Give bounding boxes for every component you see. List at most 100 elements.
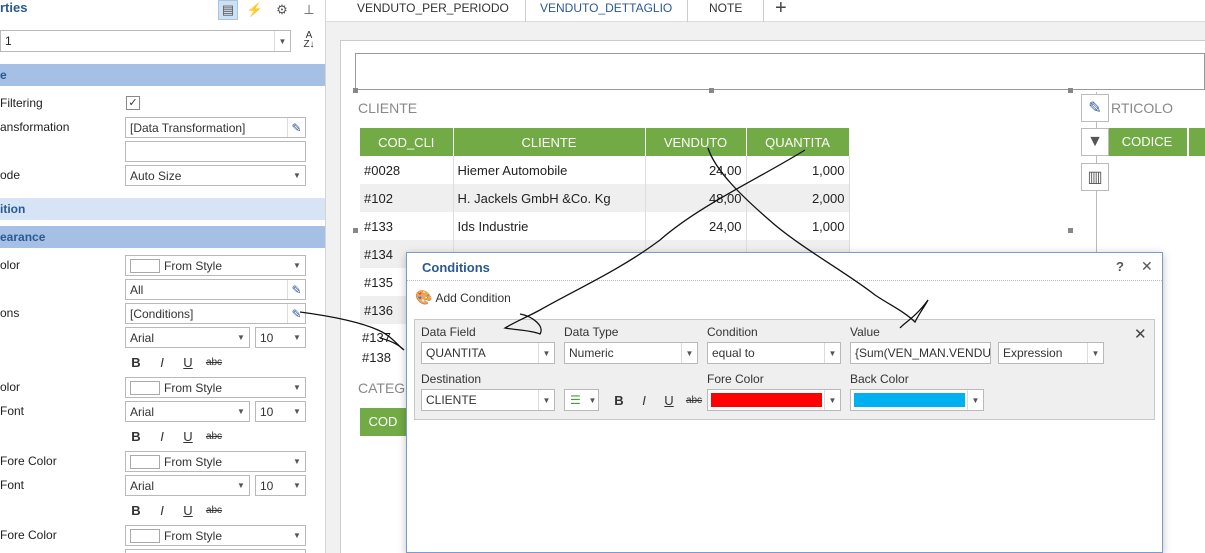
- bold-icon[interactable]: B: [126, 426, 146, 446]
- data-type-select[interactable]: Numeric ▼: [564, 342, 698, 364]
- chevron-down-icon[interactable]: ▼: [1087, 343, 1103, 363]
- component-selector[interactable]: 1 ▼: [0, 30, 291, 52]
- codice-column-header[interactable]: CODICE: [1107, 128, 1187, 156]
- italic-icon[interactable]: I: [152, 426, 172, 446]
- add-condition-button[interactable]: 🎨 Add Condition: [415, 289, 511, 306]
- pencil-icon[interactable]: ✎: [287, 118, 305, 137]
- chevron-down-icon[interactable]: ▼: [289, 402, 305, 421]
- column-header[interactable]: VENDUTO: [645, 128, 747, 156]
- chevron-down-icon[interactable]: ▼: [233, 476, 249, 495]
- italic-icon[interactable]: I: [152, 352, 172, 372]
- table-row[interactable]: #133 Ids Industrie 24,00 1,000: [360, 212, 850, 240]
- table-row[interactable]: #0028 Hiemer Automobile 24,00 1,000: [360, 156, 850, 184]
- column-header[interactable]: COD_CLI: [360, 128, 454, 156]
- filtering-checkbox[interactable]: ✓: [126, 96, 140, 110]
- chevron-down-icon[interactable]: ▼: [681, 343, 697, 363]
- section-header[interactable]: ition: [0, 198, 325, 220]
- chevron-down-icon[interactable]: ▼: [289, 166, 305, 185]
- condition-select[interactable]: equal to ▼: [707, 342, 841, 364]
- data-field-select[interactable]: QUANTITA ▼: [421, 342, 555, 364]
- chevron-down-icon[interactable]: ▼: [233, 328, 249, 347]
- icon-set-select[interactable]: ☰ ▼: [564, 389, 599, 411]
- font-size-select[interactable]: 10 ▼: [255, 327, 306, 348]
- chart-icon[interactable]: ▥: [1081, 163, 1109, 191]
- chevron-down-icon[interactable]: ▼: [824, 390, 840, 410]
- pencil-icon[interactable]: ✎: [1081, 94, 1109, 122]
- destination-select[interactable]: CLIENTE ▼: [421, 389, 555, 411]
- selection-handle[interactable]: [353, 88, 358, 93]
- transformation-field[interactable]: [Data Transformation] ✎: [125, 117, 306, 138]
- column-header[interactable]: CLIENTE: [453, 128, 646, 156]
- properties-list-icon[interactable]: ▤: [218, 0, 238, 20]
- color-select[interactable]: From Style ▼: [125, 255, 306, 276]
- italic-icon[interactable]: I: [152, 500, 172, 520]
- tab-note[interactable]: NOTE: [688, 0, 764, 22]
- font-select-2[interactable]: Arial ▼: [125, 401, 250, 422]
- chevron-down-icon[interactable]: ▼: [587, 390, 598, 410]
- underline-icon[interactable]: U: [178, 352, 198, 372]
- pencil-icon[interactable]: ✎: [287, 304, 305, 323]
- font-select-3[interactable]: Arial ▼: [125, 475, 250, 496]
- tab-venduto-dettaglio[interactable]: VENDUTO_DETTAGLIO: [526, 0, 688, 22]
- chevron-down-icon[interactable]: ▼: [824, 343, 840, 363]
- pencil-icon[interactable]: ✎: [287, 280, 305, 299]
- filter-all-field[interactable]: All ✎: [125, 279, 306, 300]
- font-size-select-3[interactable]: 10 ▼: [255, 475, 306, 496]
- selection-handle[interactable]: [709, 88, 714, 93]
- conditions-field[interactable]: [Conditions] ✎: [125, 303, 306, 324]
- font-select[interactable]: Arial ▼: [125, 327, 250, 348]
- column-header-cut[interactable]: [1189, 128, 1205, 156]
- chevron-down-icon[interactable]: ▼: [274, 31, 290, 51]
- strikethrough-icon[interactable]: abc: [204, 352, 224, 372]
- strikethrough-icon[interactable]: abc: [204, 426, 224, 446]
- table-row[interactable]: #102 H. Jackels GmbH &Co. Kg 48,00 2,000: [360, 184, 850, 212]
- add-tab-icon[interactable]: +: [775, 0, 787, 20]
- chevron-down-icon[interactable]: ▼: [289, 328, 305, 347]
- chevron-down-icon[interactable]: ▼: [233, 402, 249, 421]
- chevron-down-icon[interactable]: ▼: [289, 378, 305, 397]
- gear-icon[interactable]: ⚙: [272, 0, 292, 20]
- page-header-band[interactable]: [355, 53, 1205, 90]
- value-input[interactable]: {Sum(VEN_MAN.VENDU: [850, 342, 991, 364]
- back-color-picker[interactable]: ▼: [850, 389, 984, 411]
- selection-handle[interactable]: [1068, 228, 1073, 233]
- color-select-2[interactable]: From Style ▼: [125, 377, 306, 398]
- tab-venduto-per-periodo[interactable]: VENDUTO_PER_PERIODO: [342, 0, 526, 22]
- chevron-down-icon[interactable]: ▼: [967, 390, 983, 410]
- underline-icon[interactable]: U: [659, 390, 679, 410]
- value-type-select[interactable]: Expression ▼: [998, 342, 1104, 364]
- font-size-select-2[interactable]: 10 ▼: [255, 401, 306, 422]
- selection-handle[interactable]: [353, 228, 358, 233]
- underline-icon[interactable]: U: [178, 426, 198, 446]
- bold-icon[interactable]: B: [609, 390, 629, 410]
- sort-alpha-icon[interactable]: A Z↓: [299, 31, 319, 51]
- underline-icon[interactable]: U: [178, 500, 198, 520]
- next-field[interactable]: [125, 549, 306, 553]
- empty-field[interactable]: [125, 141, 306, 162]
- categ-column-header[interactable]: COD: [360, 408, 406, 436]
- chevron-down-icon[interactable]: ▼: [289, 256, 305, 275]
- strikethrough-icon[interactable]: abc: [684, 390, 704, 410]
- remove-condition-icon[interactable]: ✕: [1134, 325, 1147, 343]
- bold-icon[interactable]: B: [126, 352, 146, 372]
- bold-icon[interactable]: B: [126, 500, 146, 520]
- forecolor-select[interactable]: From Style ▼: [125, 451, 306, 472]
- selection-handle[interactable]: [1068, 88, 1073, 93]
- mode-select[interactable]: Auto Size ▼: [125, 165, 306, 186]
- chevron-down-icon[interactable]: ▼: [289, 526, 305, 545]
- pin-icon[interactable]: ⊥: [299, 0, 319, 20]
- fore-color-picker[interactable]: ▼: [707, 389, 841, 411]
- chevron-down-icon[interactable]: ▼: [538, 343, 554, 363]
- chevron-down-icon[interactable]: ▼: [289, 476, 305, 495]
- filter-icon[interactable]: ▼: [1081, 128, 1109, 156]
- chevron-down-icon[interactable]: ▼: [289, 452, 305, 471]
- section-header[interactable]: e: [0, 64, 325, 86]
- forecolor-select-2[interactable]: From Style ▼: [125, 525, 306, 546]
- section-header[interactable]: earance: [0, 226, 325, 248]
- close-icon[interactable]: ✕: [1141, 258, 1153, 275]
- events-lightning-icon[interactable]: ⚡: [245, 0, 265, 20]
- help-icon[interactable]: ?: [1116, 259, 1124, 274]
- italic-icon[interactable]: I: [634, 390, 654, 410]
- chevron-down-icon[interactable]: ▼: [538, 390, 554, 410]
- strikethrough-icon[interactable]: abc: [204, 500, 224, 520]
